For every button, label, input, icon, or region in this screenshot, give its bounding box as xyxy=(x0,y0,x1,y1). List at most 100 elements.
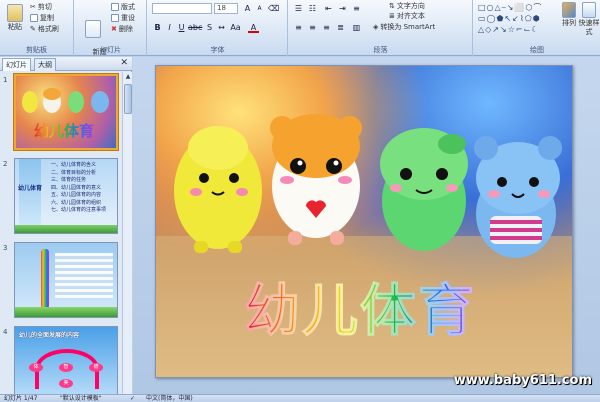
font-color-icon[interactable]: A xyxy=(248,22,259,33)
font-name-combo[interactable] xyxy=(152,3,212,14)
cut-button[interactable]: ✂ 剪切 xyxy=(30,2,52,12)
slide-number: 4 xyxy=(3,328,8,336)
paragraph-group-label: 段落 xyxy=(373,46,388,54)
watermark-text: www.baby611.com xyxy=(453,373,592,388)
shapes-row-3: △◇↗↘☆⌐⌙☾ xyxy=(478,25,540,34)
slide-4-thumb-title: 幼儿的全面发展的内容 xyxy=(19,332,80,339)
slide-thumb-3[interactable] xyxy=(14,242,118,318)
reset-icon xyxy=(111,14,119,22)
paste-button[interactable]: 粘贴 xyxy=(3,4,27,32)
scroll-up-icon[interactable]: ▲ xyxy=(124,73,132,81)
spacing-icon[interactable]: ↔ xyxy=(216,22,227,33)
format-painter-button[interactable]: ✎ 格式刷 xyxy=(30,24,59,34)
drawing-group: □○△⎯↘⬜⬡⌒ ▭◯⬟↖↙⌇⬠⬢ △◇↗↘☆⌐⌙☾ 排列 快速样式 绘图 xyxy=(474,0,600,56)
shrink-font-icon[interactable]: A xyxy=(254,3,265,14)
slide-title[interactable]: 幼儿体育 xyxy=(244,266,476,347)
smartart-label: 转换为 SmartArt xyxy=(380,23,436,31)
increase-indent-icon[interactable]: ⇥ xyxy=(337,3,348,14)
smartart-button[interactable]: ◈ 转换为 SmartArt xyxy=(373,22,435,32)
clipboard-group-label: 剪贴板 xyxy=(26,46,47,54)
tab-slides[interactable]: 幻灯片 xyxy=(2,58,31,71)
delete-button[interactable]: ✖ 删除 xyxy=(111,24,133,34)
slide-thumb-1[interactable]: 幼儿体育 xyxy=(14,74,118,150)
slide-thumb-4[interactable]: 幼儿的全面发展的内容 体 智 德 美 xyxy=(14,326,118,394)
thumbnail-scrollbar[interactable]: ▲ xyxy=(122,72,132,394)
current-slide[interactable]: 幼儿体育 xyxy=(155,65,573,378)
decrease-indent-icon[interactable]: ⇤ xyxy=(323,3,334,14)
drawing-group-label: 绘图 xyxy=(530,46,544,54)
quick-styles-button[interactable]: 快速样式 xyxy=(578,2,600,37)
reset-label: 重设 xyxy=(121,14,135,22)
slide-number: 1 xyxy=(3,76,8,84)
status-language: 中文(简体，中国) xyxy=(146,395,193,402)
ribbon: 粘贴 ✂剪切 复制 ✎格式刷 剪贴板 新建 幻灯片 版式 重设 ✖删除 幻灯片 … xyxy=(0,0,600,65)
status-theme: "默认设计模板" xyxy=(60,395,102,402)
text-direction-button[interactable]: ⇅ 文字方向 xyxy=(389,1,425,11)
arrange-label: 排列 xyxy=(562,19,576,27)
outline-line: 二、体育目标的分析 xyxy=(51,169,97,176)
scroll-thumb[interactable] xyxy=(124,84,132,114)
slide-4-node: 智 xyxy=(59,363,73,372)
slide-1-thumb-title: 幼儿体育 xyxy=(34,122,95,140)
columns-icon[interactable]: ▥ xyxy=(351,22,362,33)
slide-number: 3 xyxy=(3,244,8,252)
slide-thumb-row-3[interactable]: 3 xyxy=(0,242,122,322)
slide-2-thumb-title: 幼儿体育 xyxy=(18,185,43,192)
slide-thumb-row-4[interactable]: 4 幼儿的全面发展的内容 体 智 德 美 xyxy=(0,326,122,394)
slides-group: 新建 幻灯片 版式 重设 ✖删除 幻灯片 xyxy=(75,0,147,65)
slide-3-grass xyxy=(15,307,117,317)
slide-editing-area[interactable]: 幼儿体育 www.baby611.com xyxy=(133,57,600,394)
layout-label: 版式 xyxy=(121,3,135,11)
outline-line: 六、幼儿园体育的组织 xyxy=(51,199,102,206)
align-text-label: 对齐文本 xyxy=(396,12,425,20)
slide-4-node: 德 xyxy=(89,363,103,372)
slide-thumb-row-1[interactable]: 1 幼儿体育 xyxy=(0,74,122,154)
status-slide-info: 幻灯片 1/47 xyxy=(4,395,38,402)
justify-icon[interactable]: ≣ xyxy=(335,22,346,33)
slide-4-node: 美 xyxy=(59,379,73,388)
status-bar: 幻灯片 1/47 "默认设计模板" ✓ 中文(简体，中国) xyxy=(0,394,600,402)
grow-font-icon[interactable]: A xyxy=(242,3,253,14)
strikethrough-icon[interactable]: abc xyxy=(188,22,202,33)
copy-icon xyxy=(30,14,38,22)
panel-tabs: 幻灯片 大纲 ✕ xyxy=(0,57,132,71)
font-group: 18 A A ⌫ B I U abc S ↔ Aa A 字体 xyxy=(148,0,288,56)
clipboard-group: 粘贴 ✂ 剪切 复制 ✎ 格式刷 剪贴板 xyxy=(0,0,74,56)
copy-label: 复制 xyxy=(40,14,54,22)
italic-icon[interactable]: I xyxy=(164,22,175,33)
close-panel-icon[interactable]: ✕ xyxy=(120,58,128,68)
align-center-icon[interactable]: ≡ xyxy=(307,22,318,33)
reset-button[interactable]: 重设 xyxy=(111,13,135,23)
font-group-label: 字体 xyxy=(210,46,225,54)
outline-line: 三、体育的任务 xyxy=(51,177,87,183)
line-spacing-icon[interactable]: ≡ xyxy=(351,3,362,14)
spellcheck-icon[interactable]: ✓ xyxy=(130,395,135,402)
slide-thumb-row-2[interactable]: 2 幼儿体育 一、幼儿体育的含义 二、体育目标的分析 三、体育的任务 四、幼儿园… xyxy=(0,158,122,238)
align-left-icon[interactable]: ≡ xyxy=(293,22,304,33)
arrange-button[interactable]: 排列 xyxy=(560,2,578,28)
copy-button[interactable]: 复制 xyxy=(30,13,54,23)
text-direction-label: 文字方向 xyxy=(396,2,425,10)
quick-styles-icon xyxy=(582,2,596,18)
align-text-button[interactable]: ≣ 对齐文本 xyxy=(389,11,425,21)
bold-icon[interactable]: B xyxy=(152,22,163,33)
layout-button[interactable]: 版式 xyxy=(111,2,135,12)
slide-2-lines: 一、幼儿体育的含义 二、体育目标的分析 三、体育的任务 四、幼儿园体育的意义 五… xyxy=(51,162,106,215)
outline-line: 五、幼儿园体育的内容 xyxy=(51,192,102,198)
tab-outline[interactable]: 大纲 xyxy=(34,58,56,71)
clear-format-icon[interactable]: ⌫ xyxy=(268,3,279,14)
bullets-icon[interactable]: ☰ xyxy=(293,3,304,14)
outline-line: 七、幼儿体育的注意事项 xyxy=(51,207,107,213)
slides-panel: 幻灯片 大纲 ✕ 1 幼儿体育 2 幼儿体育 一、幼儿体育的含义 二、体育目标的… xyxy=(0,57,132,394)
numbering-icon[interactable]: ☷ xyxy=(307,3,318,14)
font-size-combo[interactable]: 18 xyxy=(214,3,238,14)
outline-line: 一、幼儿体育的含义 xyxy=(51,162,97,168)
text-direction-icon: ⇅ xyxy=(389,2,395,10)
underline-icon[interactable]: U xyxy=(176,22,187,33)
change-case-icon[interactable]: Aa xyxy=(230,22,241,33)
slide-thumbnails[interactable]: 1 幼儿体育 2 幼儿体育 一、幼儿体育的含义 二、体育目标的分析 三、体育的任… xyxy=(0,72,122,394)
shapes-gallery[interactable]: □○△⎯↘⬜⬡⌒ ▭◯⬟↖↙⌇⬠⬢ △◇↗↘☆⌐⌙☾ xyxy=(478,2,558,36)
slide-thumb-2[interactable]: 幼儿体育 一、幼儿体育的含义 二、体育目标的分析 三、体育的任务 四、幼儿园体育… xyxy=(14,158,118,234)
shadow-icon[interactable]: S xyxy=(204,22,215,33)
align-right-icon[interactable]: ≡ xyxy=(321,22,332,33)
